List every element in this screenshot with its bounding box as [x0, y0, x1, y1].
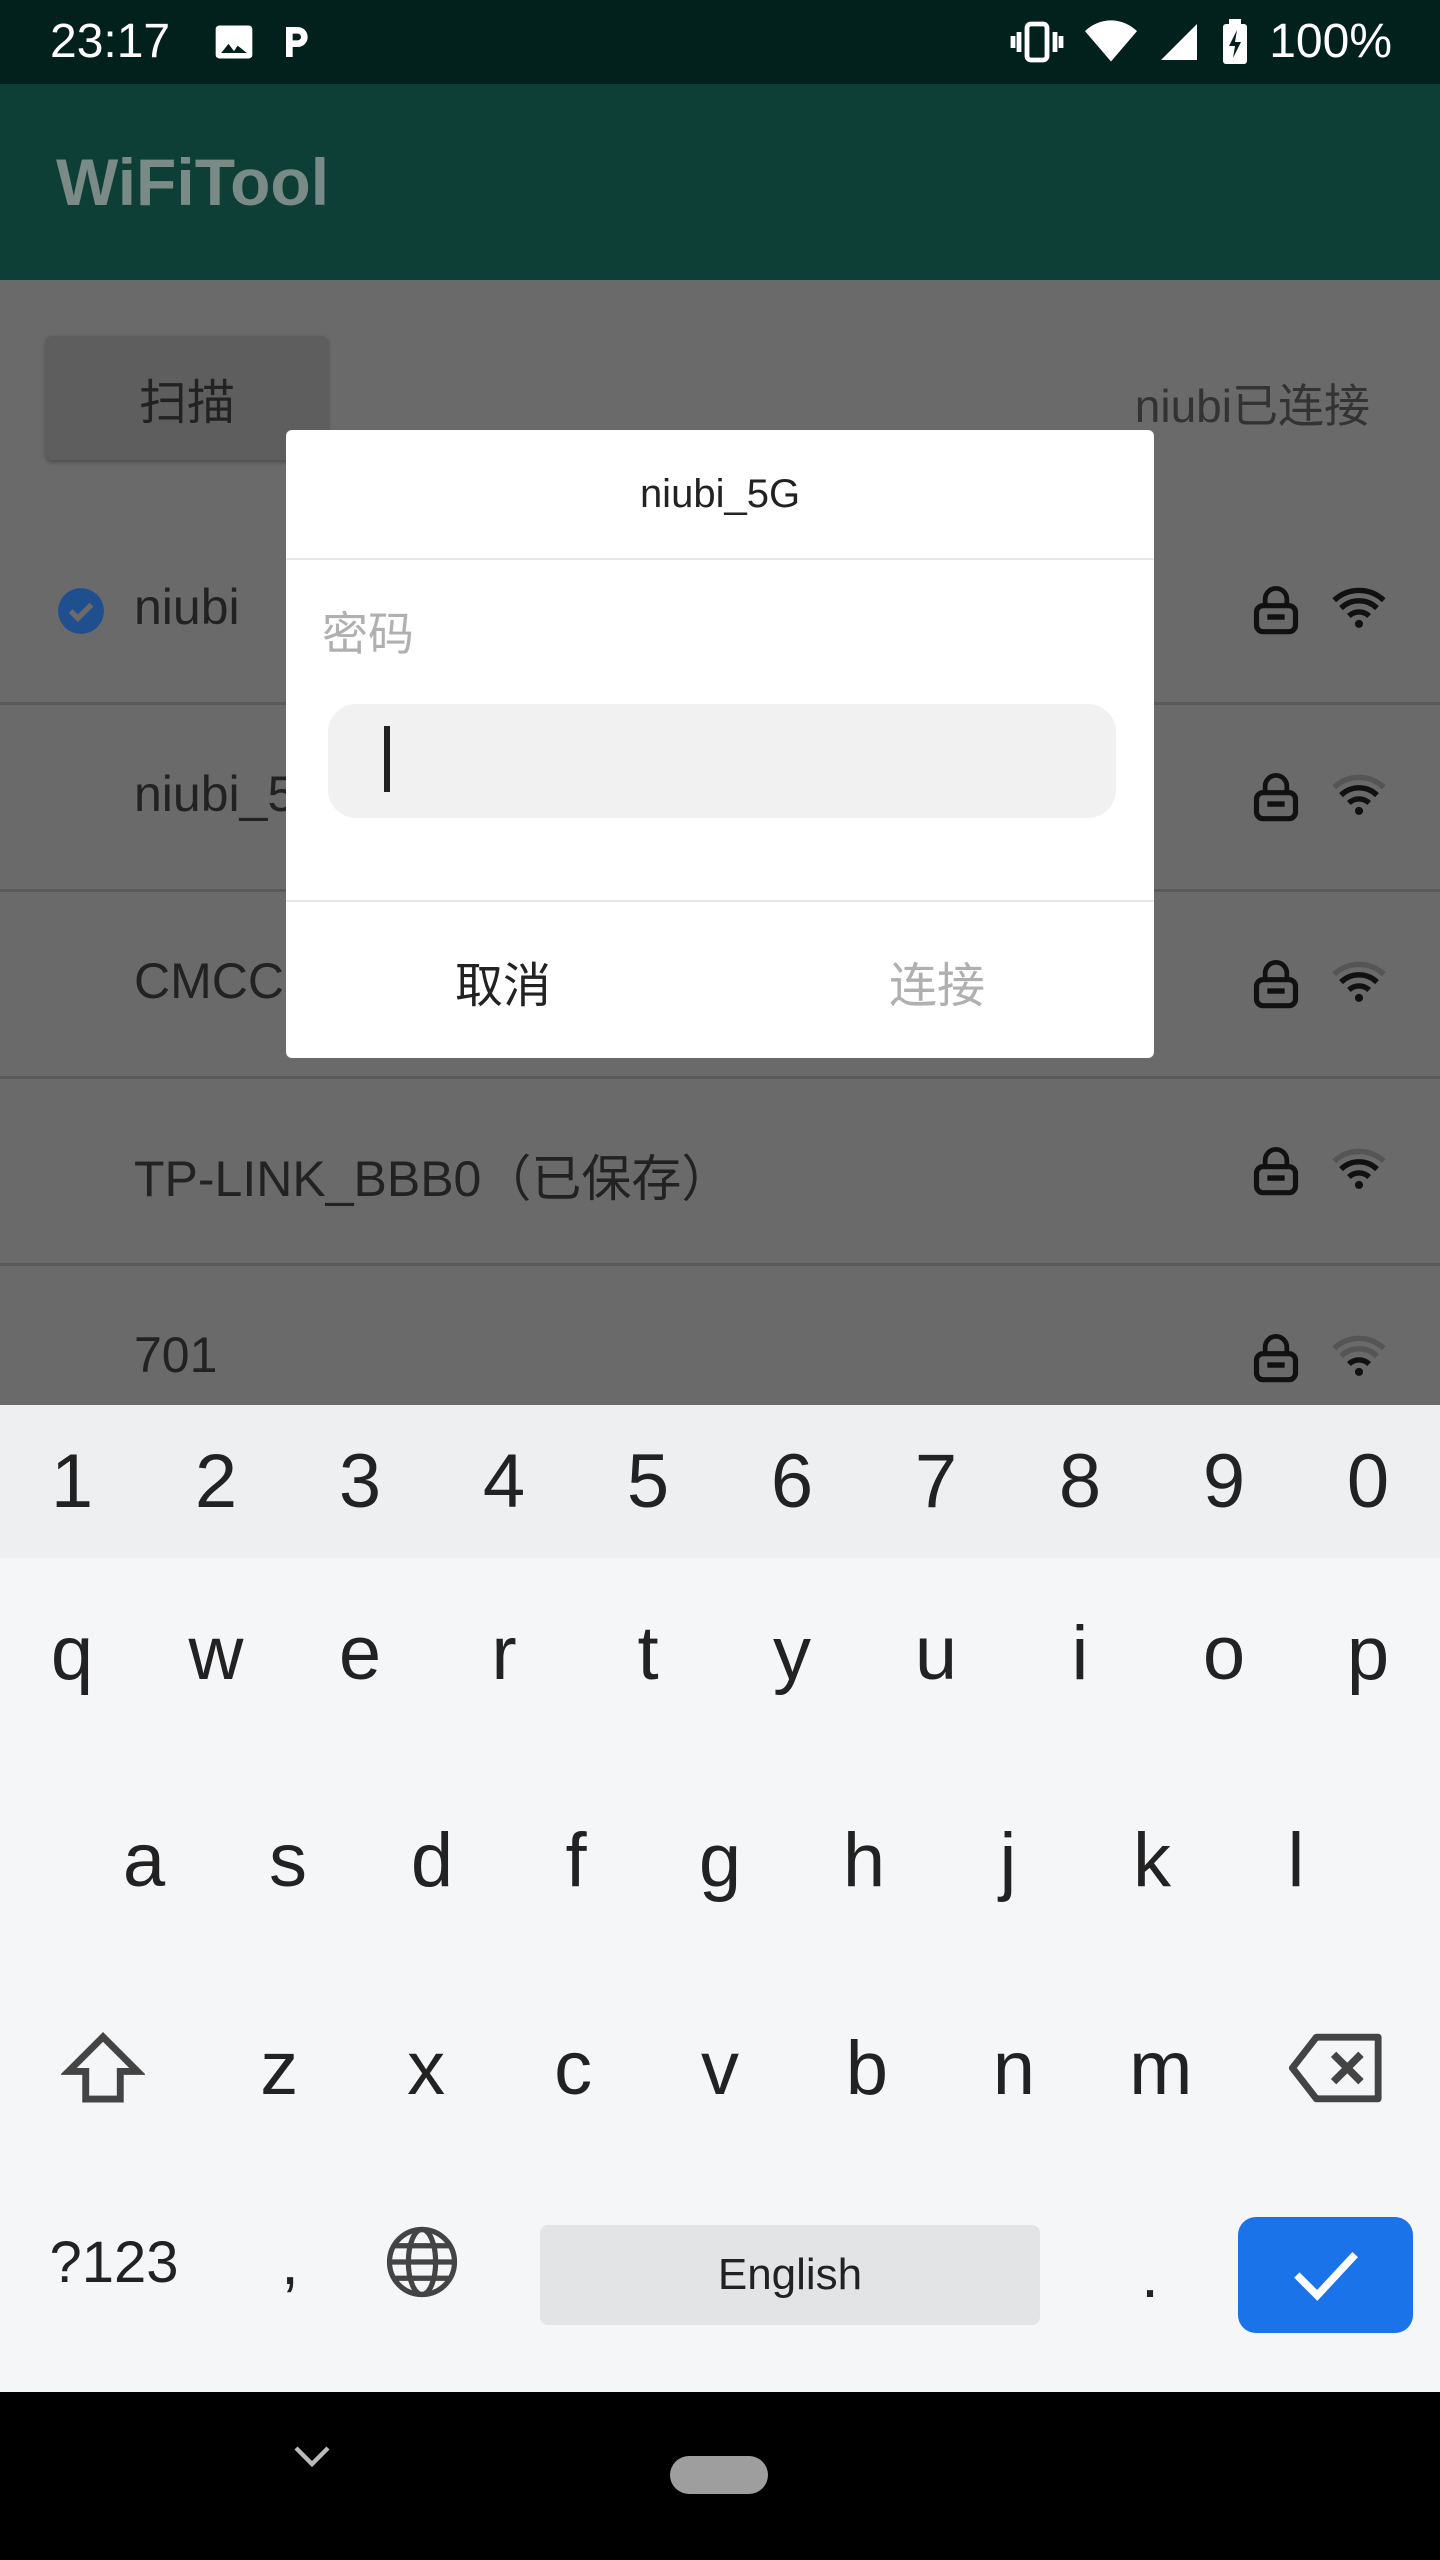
key-g[interactable]: g [648, 1765, 792, 1955]
key-y[interactable]: y [720, 1558, 864, 1748]
key-e[interactable]: e [288, 1558, 432, 1748]
connect-button[interactable]: 连接 [720, 902, 1154, 1060]
key-t[interactable]: t [576, 1558, 720, 1748]
password-label: 密码 [322, 608, 414, 660]
lock-icon [1253, 586, 1299, 635]
done-key[interactable] [1238, 2217, 1413, 2333]
connected-check-icon [58, 588, 104, 634]
comma-key[interactable]: , [228, 2162, 352, 2362]
key-u[interactable]: u [864, 1558, 1008, 1748]
key-m[interactable]: m [1087, 1973, 1234, 2163]
key-7[interactable]: 7 [864, 1405, 1008, 1558]
shift-icon [60, 2032, 145, 2103]
key-d[interactable]: d [360, 1765, 504, 1955]
key-w[interactable]: w [144, 1558, 288, 1748]
symbols-key[interactable]: ?123 [0, 2162, 228, 2362]
key-8[interactable]: 8 [1008, 1405, 1152, 1558]
key-n[interactable]: n [940, 1973, 1087, 2163]
wifi-status-icon [1085, 20, 1138, 62]
key-s[interactable]: s [216, 1765, 360, 1955]
key-j[interactable]: j [936, 1765, 1080, 1955]
text-cursor [384, 726, 390, 792]
wifi-name: TP-LINK_BBB0（已保存） [134, 1151, 732, 1207]
key-l[interactable]: l [1224, 1765, 1368, 1955]
key-o[interactable]: o [1152, 1558, 1296, 1748]
checkmark-icon [1293, 2252, 1358, 2301]
soft-keyboard: 1 2 3 4 5 6 7 8 9 0 q w e r t y u i o p … [0, 1405, 1440, 2392]
navigation-bar [0, 2392, 1440, 2560]
space-key[interactable]: English [540, 2225, 1040, 2325]
key-f[interactable]: f [504, 1765, 648, 1955]
battery-charging-icon [1223, 19, 1248, 64]
wifi-name: niubi_5 [134, 766, 296, 822]
keyboard-row-2: a s d f g h j k l [0, 1765, 1440, 1955]
wifi-name: CMCC [134, 953, 284, 1009]
lock-icon [1253, 1147, 1299, 1196]
lock-icon [1253, 1334, 1299, 1383]
globe-icon [386, 2226, 458, 2298]
wifi-name: niubi [134, 579, 240, 635]
key-5[interactable]: 5 [576, 1405, 720, 1558]
key-1[interactable]: 1 [0, 1405, 144, 1558]
key-x[interactable]: x [353, 1973, 500, 2163]
period-key[interactable]: . [1100, 2217, 1200, 2333]
language-key[interactable] [352, 2162, 492, 2362]
password-dialog: niubi_5G 密码 取消 连接 [286, 430, 1154, 1058]
parking-app-icon [286, 27, 308, 57]
wifi-list-item[interactable]: TP-LINK_BBB0（已保存） [0, 1077, 1440, 1266]
keyboard-row-1: q w e r t y u i o p [0, 1558, 1440, 1748]
status-bar: 23:17 100% [0, 0, 1440, 84]
cancel-button[interactable]: 取消 [286, 902, 720, 1060]
key-0[interactable]: 0 [1296, 1405, 1440, 1558]
key-z[interactable]: z [206, 1973, 353, 2163]
backspace-icon [1289, 2033, 1382, 2103]
shift-key[interactable] [0, 1973, 206, 2163]
key-i[interactable]: i [1008, 1558, 1152, 1748]
lock-icon [1253, 960, 1299, 1009]
app-title: WiFiTool [56, 145, 330, 219]
key-4[interactable]: 4 [432, 1405, 576, 1558]
key-v[interactable]: v [647, 1973, 794, 2163]
wifi-signal-icon [1332, 1335, 1386, 1376]
image-icon [215, 25, 253, 59]
key-c[interactable]: c [500, 1973, 647, 2163]
battery-percent: 100% [1269, 15, 1392, 68]
key-q[interactable]: q [0, 1558, 144, 1748]
dialog-title: niubi_5G [286, 430, 1154, 560]
wifi-signal-icon [1332, 1148, 1386, 1189]
backspace-key[interactable] [1234, 1973, 1440, 2163]
wifi-signal-icon [1332, 961, 1386, 1002]
vibrate-icon [1010, 21, 1064, 63]
password-input[interactable] [328, 704, 1116, 818]
hide-keyboard-icon[interactable] [288, 2436, 336, 2476]
key-9[interactable]: 9 [1152, 1405, 1296, 1558]
status-time: 23:17 [50, 15, 171, 68]
app-bar: WiFiTool [0, 84, 1440, 280]
key-p[interactable]: p [1296, 1558, 1440, 1748]
number-row: 1 2 3 4 5 6 7 8 9 0 [0, 1405, 1440, 1558]
home-pill[interactable] [670, 2456, 768, 2494]
key-h[interactable]: h [792, 1765, 936, 1955]
keyboard-row-3: z x c v b n m [0, 1973, 1440, 2163]
key-r[interactable]: r [432, 1558, 576, 1748]
dialog-buttons: 取消 连接 [286, 900, 1154, 1060]
wifi-signal-icon [1332, 774, 1386, 815]
key-a[interactable]: a [72, 1765, 216, 1955]
wifi-signal-icon [1332, 587, 1386, 628]
key-k[interactable]: k [1080, 1765, 1224, 1955]
key-2[interactable]: 2 [144, 1405, 288, 1558]
lock-icon [1253, 773, 1299, 822]
key-6[interactable]: 6 [720, 1405, 864, 1558]
key-b[interactable]: b [793, 1973, 940, 2163]
wifi-name: 701 [134, 1327, 218, 1383]
connection-status: niubi已连接 [1134, 380, 1370, 432]
key-3[interactable]: 3 [288, 1405, 432, 1558]
cell-signal-icon [1161, 24, 1198, 60]
